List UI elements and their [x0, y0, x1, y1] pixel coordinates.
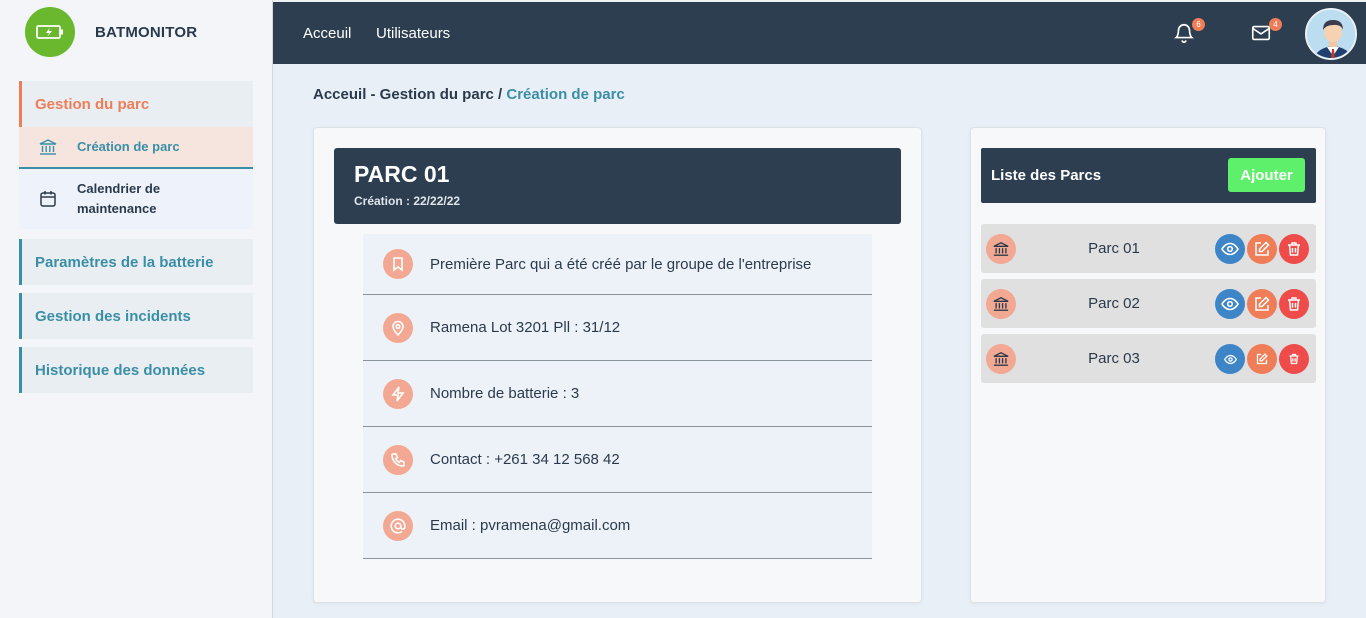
info-text: Email : pvramena@gmail.com — [430, 517, 631, 534]
notifications-badge: 6 — [1192, 18, 1205, 31]
sidebar: BATMONITOR Gestion du parc Création de p… — [0, 0, 273, 618]
view-button[interactable] — [1215, 289, 1245, 319]
nav-link-acceuil[interactable]: Acceuil — [303, 2, 351, 64]
view-button[interactable] — [1215, 344, 1245, 374]
list-item[interactable]: Parc 01 — [981, 224, 1316, 273]
eye-icon — [1221, 242, 1239, 256]
info-text: Nombre de batterie : 3 — [430, 385, 580, 402]
menu-group-incidents: Gestion des incidents — [19, 293, 253, 339]
info-text: Ramena Lot 3201 Pll : 31/12 — [430, 319, 621, 336]
battery-logo-icon — [25, 7, 75, 57]
menu-group-parametres: Paramètres de la batterie — [19, 239, 253, 285]
info-text: Première Parc qui a été créé par le grou… — [430, 255, 812, 273]
parc-list-card: Liste des Parcs Ajouter Parc 01 Parc 02 — [970, 127, 1326, 603]
menu-item-gestion-parc[interactable]: Gestion du parc — [19, 81, 253, 127]
view-button[interactable] — [1215, 234, 1245, 264]
sub-item-label: Calendrier de maintenance — [77, 181, 161, 216]
parc-detail-header: PARC 01 Création : 22/22/22 — [334, 148, 901, 224]
edit-button[interactable] — [1247, 344, 1277, 374]
menu-item-gestion-incidents[interactable]: Gestion des incidents — [19, 293, 253, 339]
parc-list-title: Liste des Parcs — [991, 167, 1102, 184]
brand-name: BATMONITOR — [95, 23, 198, 41]
parc-detail-card: PARC 01 Création : 22/22/22 Première Par… — [313, 127, 922, 603]
parc-list-header: Liste des Parcs Ajouter — [981, 148, 1316, 203]
edit-icon — [1255, 241, 1270, 256]
parc-info-list: Première Parc qui a été créé par le grou… — [363, 234, 872, 559]
eye-icon — [1221, 297, 1239, 311]
delete-button[interactable] — [1279, 234, 1309, 264]
sub-item-calendrier[interactable]: Calendrier de maintenance — [19, 169, 253, 229]
user-avatar[interactable] — [1305, 8, 1357, 60]
info-row-email: Email : pvramena@gmail.com — [363, 493, 872, 559]
info-row-batteries: Nombre de batterie : 3 — [363, 361, 872, 427]
menu-item-parametres-batterie[interactable]: Paramètres de la batterie — [19, 239, 253, 285]
eye-icon — [1223, 354, 1237, 364]
menu-group-historique: Historique des données — [19, 347, 253, 393]
list-item[interactable]: Parc 02 — [981, 279, 1316, 328]
phone-icon — [383, 444, 413, 475]
edit-button[interactable] — [1247, 289, 1277, 319]
sub-item-creation-parc[interactable]: Création de parc — [19, 127, 253, 169]
menu-item-historique-donnees[interactable]: Historique des données — [19, 347, 253, 393]
edit-icon — [1255, 296, 1270, 311]
edit-icon — [1256, 353, 1268, 365]
parc-creation-date: Création : 22/22/22 — [354, 194, 461, 208]
info-text: Contact : +261 34 12 568 42 — [430, 451, 620, 468]
menu-group-gestion-parc: Gestion du parc Création de parc Calendr… — [19, 81, 253, 229]
location-icon — [383, 312, 413, 343]
trash-icon — [1289, 353, 1299, 365]
messages-badge: 4 — [1269, 18, 1282, 31]
bolt-icon — [383, 378, 413, 409]
delete-button[interactable] — [1279, 344, 1309, 374]
info-row-address: Ramena Lot 3201 Pll : 31/12 — [363, 295, 872, 361]
info-row-contact: Contact : +261 34 12 568 42 — [363, 427, 872, 493]
bank-icon — [19, 138, 77, 156]
bookmark-icon — [383, 249, 413, 279]
notifications-button[interactable]: 6 — [1173, 18, 1205, 48]
breadcrumb: Acceuil - Gestion du parc / Création de … — [313, 86, 625, 103]
add-parc-button[interactable]: Ajouter — [1228, 158, 1305, 192]
info-row-description: Première Parc qui a été créé par le grou… — [363, 234, 872, 295]
breadcrumb-path[interactable]: Acceuil - Gestion du parc / — [313, 86, 502, 103]
at-icon — [383, 510, 413, 541]
nav-link-utilisateurs[interactable]: Utilisateurs — [376, 2, 450, 64]
topbar: Acceuil Utilisateurs 6 4 — [273, 0, 1366, 64]
trash-icon — [1288, 297, 1300, 311]
calendar-icon — [19, 190, 77, 208]
edit-button[interactable] — [1247, 234, 1277, 264]
delete-button[interactable] — [1279, 289, 1309, 319]
parc-name: Parc 01 — [1088, 240, 1140, 257]
list-item[interactable]: Parc 03 — [981, 334, 1316, 383]
sub-item-label: Création de parc — [77, 139, 180, 154]
parc-name: Parc 03 — [1088, 350, 1140, 367]
breadcrumb-current: Création de parc — [506, 86, 625, 103]
parc-title: PARC 01 — [354, 161, 450, 187]
brand[interactable]: BATMONITOR — [25, 7, 197, 57]
messages-button[interactable]: 4 — [1250, 18, 1282, 48]
parc-name: Parc 02 — [1088, 295, 1140, 312]
trash-icon — [1288, 242, 1300, 256]
